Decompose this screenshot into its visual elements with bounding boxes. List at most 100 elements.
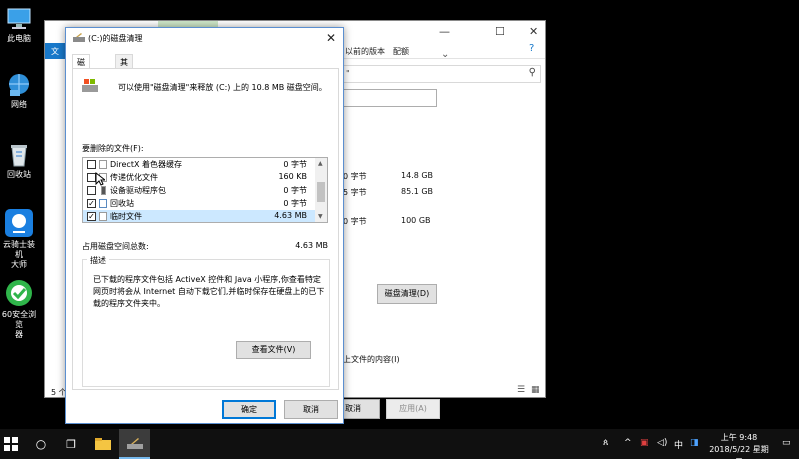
clock-date: 2018/5/22 星期二 bbox=[709, 445, 769, 459]
file-icon bbox=[99, 212, 107, 221]
view-files-button[interactable]: 查看文件(V) bbox=[236, 341, 311, 359]
close-icon[interactable]: ✕ bbox=[326, 31, 336, 45]
drive-icon bbox=[82, 79, 98, 93]
desktop-icon-label: 回收站 bbox=[7, 170, 31, 179]
list-item[interactable]: DirectX 着色器缓存 0 字节 bbox=[83, 158, 315, 171]
ok-button[interactable]: 确定 bbox=[222, 400, 276, 419]
disk-cleanup-dialog[interactable]: (C:)的磁盘清理 ✕ 磁盘清理 其他选项 可以使用"磁盘清理"来释放 (C:)… bbox=[65, 27, 344, 424]
desktop-icon-recycle-bin[interactable]: 回收站 bbox=[0, 142, 38, 180]
cancel-button[interactable]: 取消 bbox=[284, 400, 338, 419]
desktop-icon-network[interactable]: 网络 bbox=[0, 72, 38, 110]
drive-label-input[interactable] bbox=[341, 89, 437, 107]
total-space-label: 占用磁盘空间总数: bbox=[82, 242, 149, 251]
capacity-gb: 100 GB bbox=[401, 216, 431, 225]
close-icon[interactable]: ✕ bbox=[529, 25, 538, 38]
tab-more-options[interactable]: 其他选项 bbox=[115, 54, 133, 100]
system-clock[interactable]: 上午 9:48 2018/5/22 星期二 bbox=[708, 432, 770, 459]
list-item[interactable]: 设备驱动程序包 0 字节 bbox=[83, 184, 315, 197]
file-checkbox[interactable]: ✓ bbox=[87, 199, 96, 208]
desktop-icon-label: 大师 bbox=[11, 260, 27, 269]
files-to-delete-label: 要删除的文件(F): bbox=[82, 144, 144, 153]
address-bar[interactable]: " ⚲ bbox=[341, 65, 541, 83]
mouse-cursor-icon bbox=[95, 171, 107, 189]
start-button[interactable] bbox=[0, 429, 22, 459]
tab-disk-cleanup[interactable]: 磁盘清理 bbox=[72, 54, 90, 100]
desktop-icon-label: 网络 bbox=[11, 100, 27, 109]
scroll-up-icon[interactable]: ▲ bbox=[318, 160, 323, 167]
list-item[interactable]: 传递优化文件 160 KB bbox=[83, 171, 315, 184]
360-browser-icon bbox=[4, 278, 34, 308]
show-hidden-icons[interactable]: ^ bbox=[624, 438, 632, 448]
taskbar: ○ ❐ ጰ ^ ▣ ◁) 中 ◨ 上午 9:48 2018/5/22 星期二 ▭ bbox=[0, 429, 799, 459]
scroll-down-icon[interactable]: ▼ bbox=[318, 213, 323, 220]
desktop-icon-this-pc[interactable]: 此电脑 bbox=[0, 6, 38, 44]
chevron-down-icon[interactable]: ⌄ bbox=[441, 49, 449, 60]
cortana-button[interactable]: ○ bbox=[28, 429, 54, 459]
description-group: 描述 已下载的程序文件包括 ActiveX 控件和 Java 小程序,你查看特定… bbox=[82, 255, 330, 387]
used-space-gb: 14.8 GB bbox=[401, 171, 434, 180]
desktop-icon-label: 器 bbox=[15, 330, 23, 339]
file-size: 0 字节 bbox=[283, 186, 307, 195]
tab-quota[interactable]: 配额 bbox=[393, 46, 409, 57]
list-item[interactable]: ✓ 回收站 0 字节 bbox=[83, 197, 315, 210]
file-name: 传递优化文件 bbox=[110, 173, 158, 182]
cortana-icon: ○ bbox=[35, 437, 47, 451]
files-to-delete-list[interactable]: DirectX 着色器缓存 0 字节 传递优化文件 160 KB 设备驱动程序包… bbox=[82, 157, 328, 223]
task-view-icon: ❐ bbox=[66, 438, 76, 451]
file-size: 0 字节 bbox=[283, 199, 307, 208]
file-checkbox[interactable]: ✓ bbox=[87, 212, 96, 221]
security-alert-icon[interactable]: ▣ bbox=[640, 438, 649, 448]
maximize-icon[interactable]: ☐ bbox=[495, 25, 505, 38]
desktop-icon-label: 此电脑 bbox=[7, 34, 31, 43]
desktop-icon-label: 云骑士装机 bbox=[3, 240, 35, 259]
desktop-icon-360-browser[interactable]: 60安全浏览 器 bbox=[0, 278, 38, 340]
taskbar-file-explorer[interactable] bbox=[89, 429, 117, 459]
index-contents-label: 上文件的内容(I) bbox=[343, 355, 400, 364]
used-space-bytes: 0 字节 bbox=[343, 172, 367, 181]
dialog-titlebar[interactable]: (C:)的磁盘清理 ✕ bbox=[66, 28, 343, 49]
desktop-icon-yunqishi[interactable]: 云骑士装机 大师 bbox=[0, 208, 38, 270]
file-size: 0 字节 bbox=[283, 160, 307, 169]
computer-icon bbox=[6, 6, 32, 32]
search-icon[interactable]: ⚲ bbox=[529, 67, 536, 78]
recycle-bin-icon bbox=[6, 142, 32, 168]
total-space-value: 4.63 MB bbox=[295, 241, 328, 250]
help-icon[interactable]: ? bbox=[529, 43, 534, 54]
dialog-title: (C:)的磁盘清理 bbox=[88, 34, 143, 43]
file-name: 设备驱动程序包 bbox=[110, 186, 166, 195]
minimize-icon[interactable]: — bbox=[439, 25, 450, 38]
list-scrollbar[interactable]: ▲ ▼ bbox=[315, 158, 327, 222]
file-checkbox[interactable] bbox=[87, 160, 96, 169]
description-text: 已下载的程序文件包括 ActiveX 控件和 Java 小程序,你查看特定网页时… bbox=[93, 275, 325, 308]
large-icons-view-icon[interactable]: ▦ bbox=[531, 385, 540, 395]
free-space-bytes: 5 字节 bbox=[343, 188, 367, 197]
recycle-bin-icon bbox=[99, 199, 107, 208]
file-name: 临时文件 bbox=[110, 212, 142, 221]
file-size: 4.63 MB bbox=[274, 211, 307, 220]
task-view-button[interactable]: ❐ bbox=[58, 429, 84, 459]
clock-time: 上午 9:48 bbox=[720, 433, 758, 442]
description-legend: 描述 bbox=[87, 255, 109, 266]
free-space-gb: 85.1 GB bbox=[401, 187, 434, 196]
file-icon bbox=[99, 160, 107, 169]
ribbon-file-tab[interactable]: 文 bbox=[45, 43, 67, 59]
list-item[interactable]: ✓ 临时文件 4.63 MB bbox=[83, 210, 315, 222]
capacity-bytes: 0 字节 bbox=[343, 217, 367, 226]
scroll-thumb[interactable] bbox=[317, 182, 325, 202]
taskbar-disk-cleanup[interactable] bbox=[119, 429, 150, 459]
address-text: " bbox=[346, 69, 350, 78]
people-icon[interactable]: ጰ bbox=[603, 438, 608, 448]
disk-cleanup-button[interactable]: 磁盘清理(D) bbox=[377, 284, 437, 304]
file-size: 160 KB bbox=[278, 172, 307, 181]
disk-cleanup-icon bbox=[73, 33, 85, 43]
details-view-icon[interactable]: ☰ bbox=[517, 385, 525, 395]
space-summary-text: 可以使用"磁盘清理"来释放 (C:) 上的 10.8 MB 磁盘空间。 bbox=[118, 83, 327, 92]
apply-button[interactable]: 应用(A) bbox=[386, 399, 440, 419]
volume-icon[interactable]: ◁) bbox=[657, 438, 667, 448]
notification-icon[interactable]: ▭ bbox=[782, 438, 791, 448]
language-icon[interactable]: ◨ bbox=[690, 438, 699, 448]
network-icon bbox=[6, 72, 32, 98]
tab-previous-versions[interactable]: 以前的版本 bbox=[345, 46, 385, 57]
input-method-indicator[interactable]: 中 bbox=[674, 438, 683, 451]
folder-icon bbox=[95, 438, 111, 450]
